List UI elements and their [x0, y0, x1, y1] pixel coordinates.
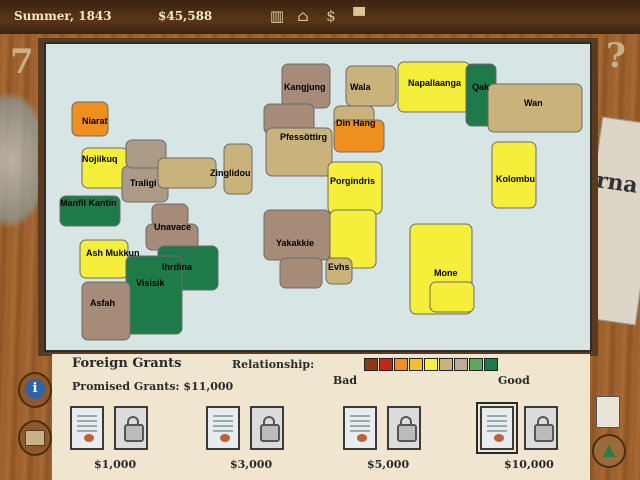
grant-document-icon[interactable] — [70, 406, 104, 450]
region-label: Wan — [524, 98, 543, 108]
region-label: Niarat — [82, 116, 108, 126]
region-label: Din Hang — [336, 118, 376, 128]
region-label: Pfessöttirg — [280, 132, 327, 142]
grant-price: $10,000 — [504, 458, 554, 471]
scale-swatch — [379, 358, 393, 371]
hat-icon[interactable]: ▀ — [348, 6, 370, 26]
region-yakakkie[interactable] — [279, 257, 323, 289]
relationship-scale — [364, 358, 498, 371]
scale-swatch — [469, 358, 483, 371]
grant-document-icon[interactable] — [206, 406, 240, 450]
relationship-label: Relationship: — [232, 358, 315, 371]
lock-icon[interactable] — [114, 406, 148, 450]
region-label: Kolombu — [496, 174, 535, 184]
ticket-icon — [25, 430, 45, 446]
scale-swatch — [454, 358, 468, 371]
scale-swatch — [394, 358, 408, 371]
newspaper-masthead: rna — [594, 167, 640, 199]
grant-document-icon[interactable] — [476, 402, 518, 454]
region-porgindris[interactable] — [327, 161, 383, 215]
region-zinglidou[interactable] — [157, 157, 217, 189]
region-label: Evhs — [328, 262, 350, 272]
region-label: Zinglidou — [210, 168, 251, 178]
scale-swatch — [439, 358, 453, 371]
seal-icon — [84, 434, 94, 442]
warehouse-icon[interactable]: ▥ — [266, 6, 288, 26]
grant-price: $1,000 — [94, 458, 137, 471]
region-label: Ihrdina — [162, 262, 193, 272]
help-icon[interactable]: ? — [606, 36, 626, 76]
grant-price: $3,000 — [230, 458, 273, 471]
region-label: Ash Mukkun — [86, 248, 140, 258]
scale-swatch — [364, 358, 378, 371]
globe-icon: ▲ — [602, 440, 616, 459]
region-label: Yakakkie — [276, 238, 314, 248]
lock-icon[interactable] — [250, 406, 284, 450]
region-label: Kangjung — [284, 82, 326, 92]
capitol-icon[interactable]: ⌂ — [292, 6, 314, 26]
bad-label: Bad — [333, 374, 358, 387]
globe-button[interactable]: ▲ — [592, 434, 626, 468]
back-icon[interactable]: 7 — [10, 42, 34, 82]
good-label: Good — [498, 374, 530, 387]
region-label: Qak — [472, 82, 490, 92]
region-label: Mone — [434, 268, 458, 278]
region-wan[interactable] — [487, 83, 583, 133]
region-mone[interactable] — [429, 281, 475, 313]
info-icon: i — [25, 379, 45, 399]
season-label: Summer, 1843 — [14, 9, 112, 23]
region-label: Manfil Kantin — [60, 198, 117, 208]
world-map[interactable]: Niarat Nojiikuq Traligi Manfil Kantin Zingli… — [44, 42, 592, 352]
region-ash-mukkun[interactable] — [79, 239, 129, 279]
notes-button[interactable] — [596, 396, 620, 428]
map-canvas: Niarat Nojiikuq Traligi Manfil Kantin Zingli… — [59, 61, 583, 341]
seal-icon — [357, 434, 367, 442]
grant-price: $5,000 — [367, 458, 410, 471]
lock-icon[interactable] — [524, 406, 558, 450]
region-asfah[interactable] — [81, 281, 131, 341]
dollar-icon[interactable]: $ — [320, 6, 342, 26]
seal-icon — [494, 434, 504, 442]
region-label: Napallaanga — [408, 78, 462, 88]
region-label: Nojiikuq — [82, 154, 118, 164]
seal-icon — [220, 434, 230, 442]
region-label: Wala — [350, 82, 372, 92]
region-label: Unavace — [154, 222, 191, 232]
panel-title: Foreign Grants — [72, 356, 182, 371]
scale-swatch — [484, 358, 498, 371]
region-yakakkie[interactable] — [263, 209, 331, 261]
scale-swatch — [409, 358, 423, 371]
info-button[interactable]: i — [18, 372, 52, 408]
promised-grants: Promised Grants: $11,000 — [72, 380, 234, 393]
treasury-amount: $45,588 — [158, 9, 213, 23]
region-label: Traligi — [130, 178, 157, 188]
grant-document-icon[interactable] — [343, 406, 377, 450]
lock-icon[interactable] — [387, 406, 421, 450]
region-label: Visisik — [136, 278, 165, 288]
scale-swatch — [424, 358, 438, 371]
ticket-button[interactable] — [18, 420, 52, 456]
region-label: Porgindris — [330, 176, 375, 186]
region-label: Asfah — [90, 298, 115, 308]
